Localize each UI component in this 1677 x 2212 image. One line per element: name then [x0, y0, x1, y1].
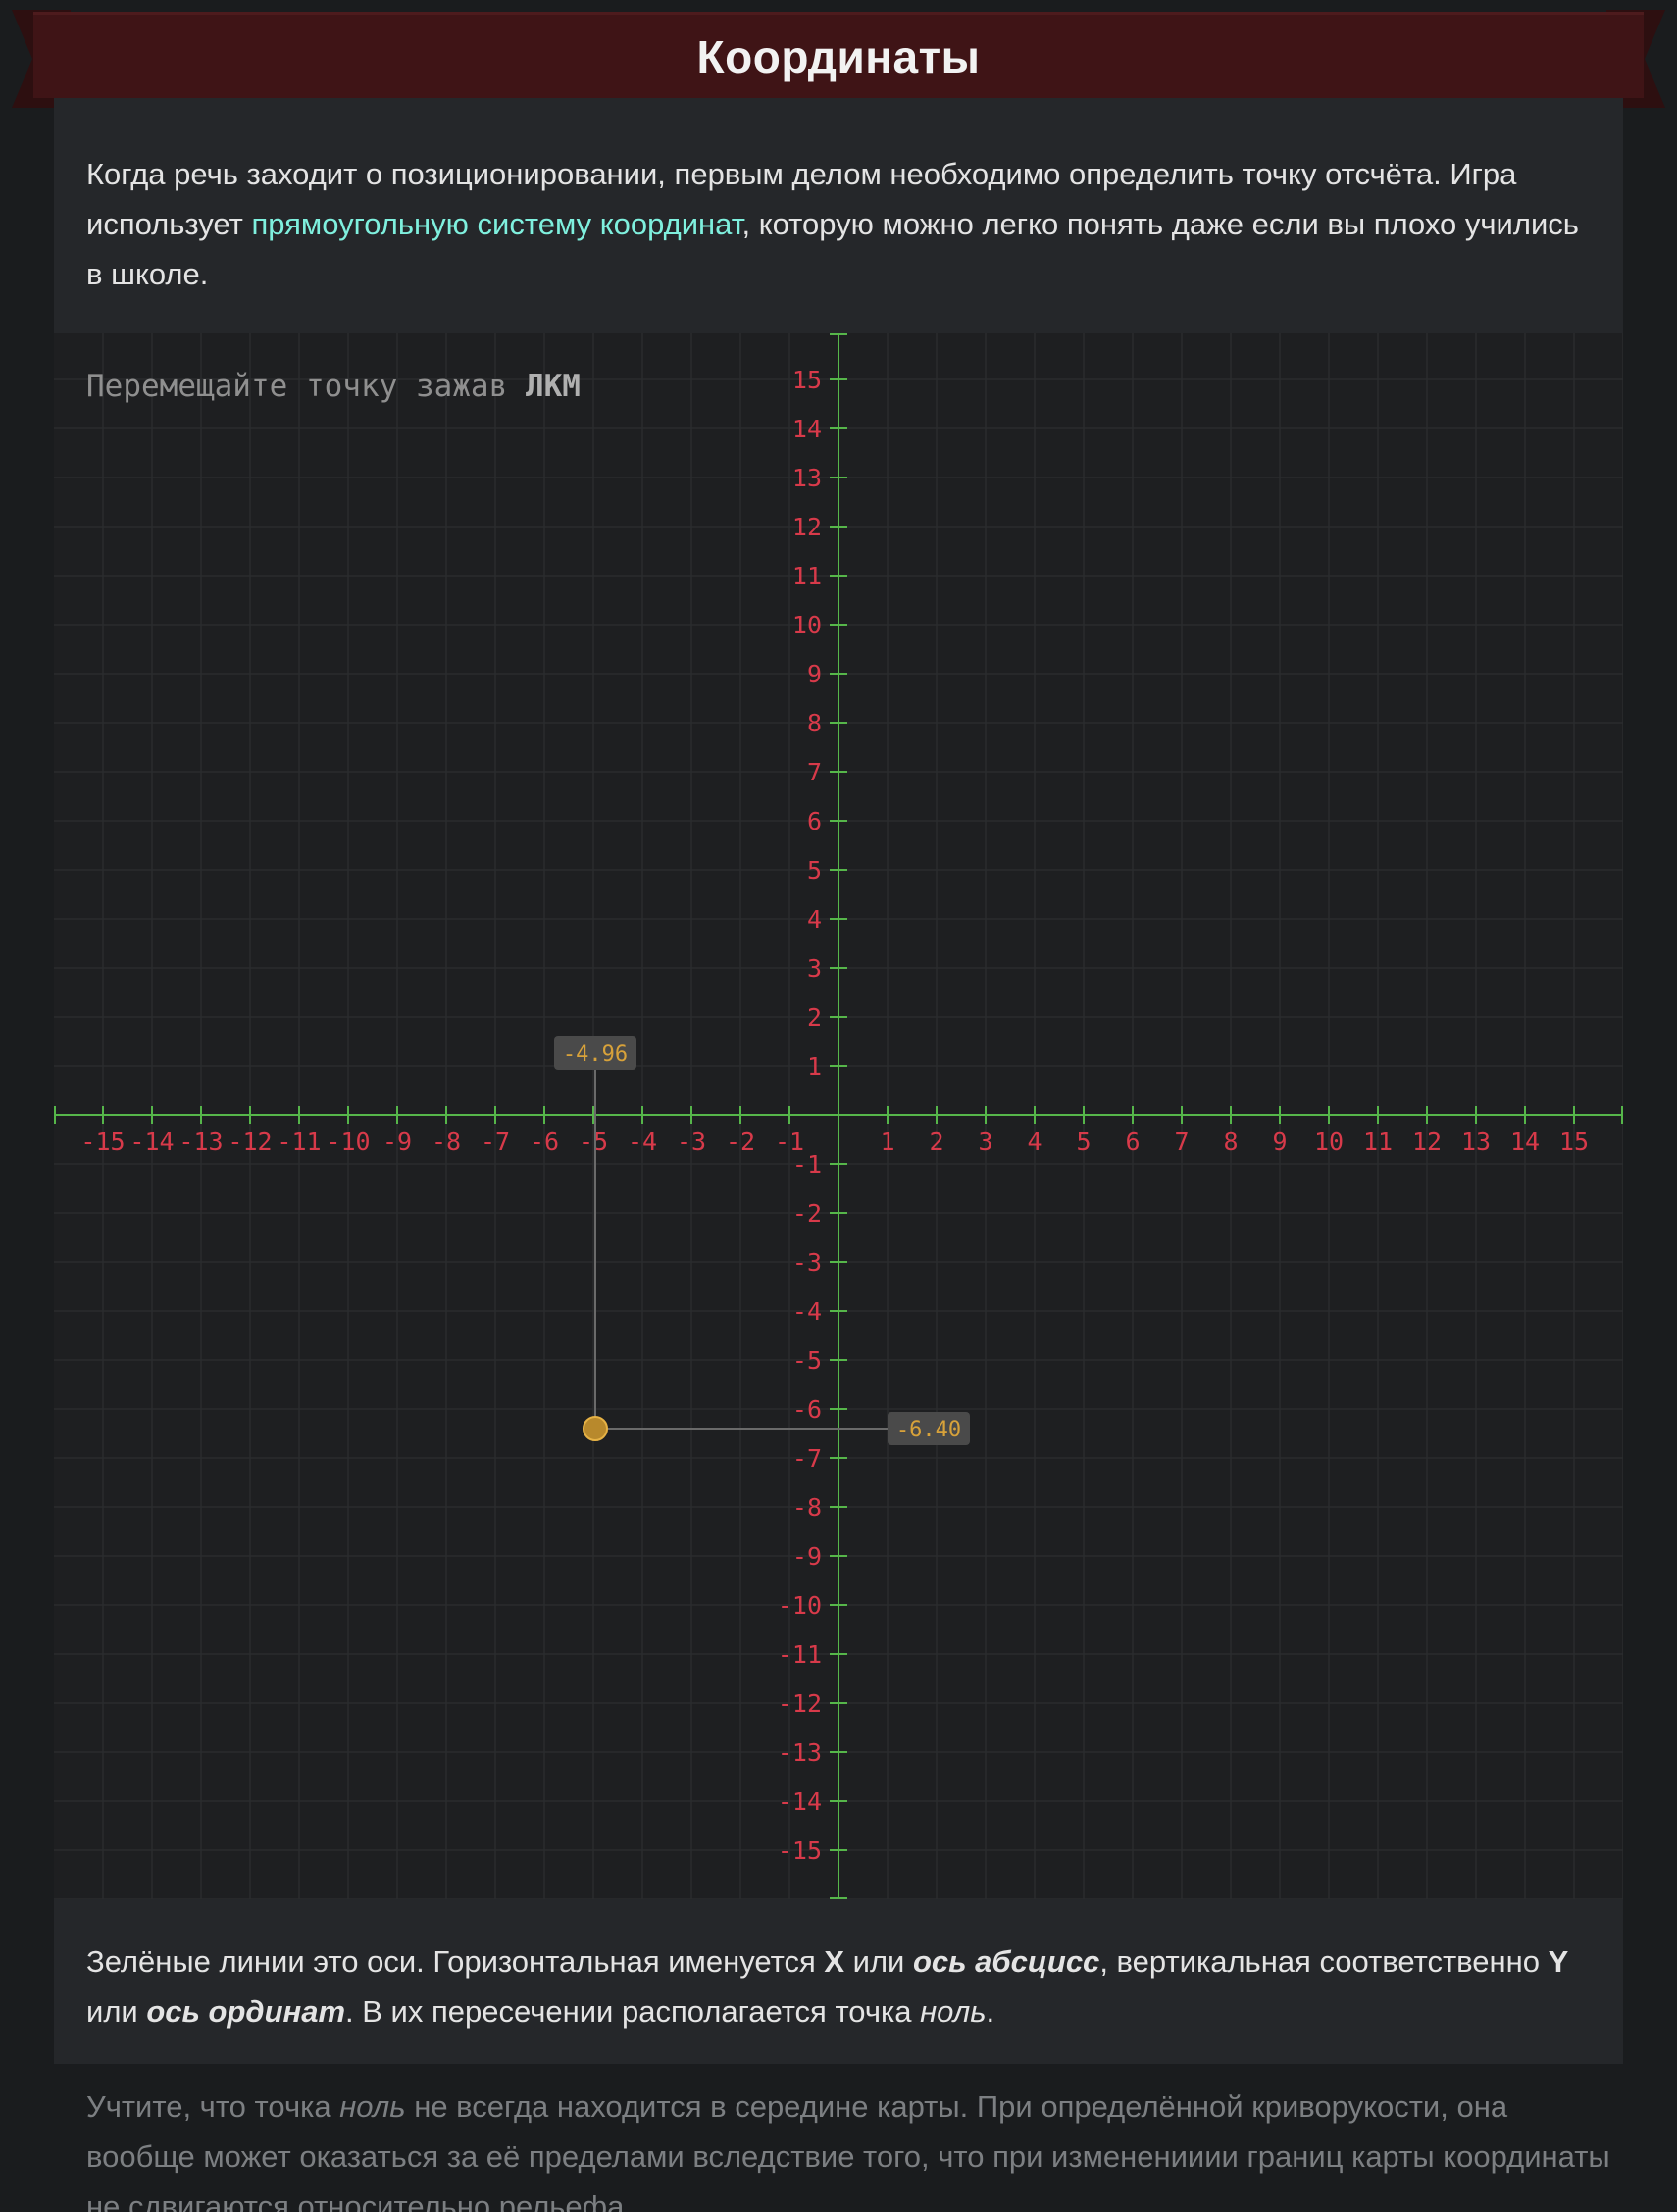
intro-card: Когда речь заходит о позиционировании, п…: [54, 98, 1623, 333]
x-tick-label: -4: [628, 1128, 657, 1156]
y-tick-label: 9: [807, 660, 822, 688]
y-tick-label: 14: [792, 415, 822, 443]
axes-text-3: , вертикальная соответственно: [1099, 1944, 1549, 1979]
page: Координаты Когда речь заходит о позицион…: [0, 0, 1677, 2212]
note-zero-term: ноль: [339, 2089, 406, 2124]
x-tick-label: 6: [1125, 1128, 1140, 1156]
intro-paragraph: Когда речь заходит о позиционировании, п…: [86, 149, 1591, 299]
x-tick-label: -13: [178, 1128, 223, 1156]
y-tick-label: -2: [792, 1199, 822, 1228]
x-tick-label: -12: [228, 1128, 272, 1156]
x-tick-label: 3: [978, 1128, 992, 1156]
y-tick-label: 8: [807, 709, 822, 737]
x-tick-label: -2: [726, 1128, 755, 1156]
x-tick-label: 15: [1559, 1128, 1589, 1156]
y-tick-label: -6: [792, 1395, 822, 1424]
y-tick-label: -1: [792, 1150, 822, 1179]
x-axis-letter: X: [824, 1944, 845, 1979]
x-tick-label: 10: [1314, 1128, 1344, 1156]
y-tick-label: -10: [778, 1591, 822, 1620]
y-tick-label: 5: [807, 856, 822, 884]
drag-hint: Перемещайте точку зажав ЛКМ: [86, 369, 581, 404]
x-tick-label: 14: [1510, 1128, 1540, 1156]
x-tick-label: 4: [1027, 1128, 1042, 1156]
y-tick-label: -8: [792, 1493, 822, 1522]
axes-text-4: или: [86, 1994, 147, 2029]
drag-hint-text: Перемещайте точку зажав: [86, 369, 526, 404]
x-tick-label: 7: [1174, 1128, 1189, 1156]
x-tick-label: 12: [1412, 1128, 1442, 1156]
y-tick-label: 2: [807, 1003, 822, 1031]
y-tick-label: -12: [778, 1689, 822, 1718]
y-tick-label: 11: [792, 562, 822, 590]
axes-text-5: . В их пересечении располагается точка: [345, 1994, 921, 2029]
y-tick-label: 3: [807, 954, 822, 982]
coordinate-plane[interactable]: Перемещайте точку зажав ЛКМ -15 -14 -13 -12…: [54, 333, 1623, 1899]
ordinate-term: ось ординат: [146, 1994, 346, 2029]
x-tick-label: 1: [880, 1128, 894, 1156]
x-tick-label: 8: [1223, 1128, 1238, 1156]
axes-explanation-paragraph: Зелёные линии это оси. Горизонтальная им…: [86, 1936, 1591, 2036]
origin-note-paragraph: Учтите, что точка ноль не всегда находит…: [86, 2082, 1616, 2212]
x-tick-label: -3: [677, 1128, 706, 1156]
x-tick-label: 11: [1363, 1128, 1393, 1156]
y-tick-label: 15: [792, 366, 822, 394]
section-title: Координаты: [696, 30, 981, 82]
y-tick-label: 4: [807, 905, 822, 933]
x-tick-label: -11: [277, 1128, 321, 1156]
y-tick-label: -11: [778, 1640, 822, 1669]
x-tick-label: -8: [432, 1128, 461, 1156]
y-tick-label: -14: [778, 1787, 822, 1816]
y-tick-label: -15: [778, 1836, 822, 1865]
y-tick-label: -4: [792, 1297, 822, 1326]
point-x-value: -4.96: [563, 1042, 628, 1067]
x-tick-label: -9: [382, 1128, 412, 1156]
x-tick-label: -15: [80, 1128, 125, 1156]
axes-text-2: или: [844, 1944, 913, 1979]
x-tick-label: 2: [929, 1128, 943, 1156]
y-tick-label: -5: [792, 1346, 822, 1375]
y-tick-label: 10: [792, 611, 822, 639]
x-tick-label: -14: [129, 1128, 174, 1156]
origin-note: Учтите, что точка ноль не всегда находит…: [86, 2064, 1616, 2212]
x-tick-label: -10: [326, 1128, 370, 1156]
axes-text-6: .: [986, 1994, 995, 2029]
y-tick-label: 7: [807, 758, 822, 786]
y-tick-label: 1: [807, 1052, 822, 1081]
coordinate-system-link[interactable]: прямоугольную систему координат: [251, 207, 741, 241]
y-tick-label: 12: [792, 513, 822, 541]
y-tick-label: -13: [778, 1738, 822, 1767]
note-text-1: Учтите, что точка: [86, 2089, 340, 2124]
section-header: Координаты: [33, 12, 1644, 98]
y-tick-label: 13: [792, 464, 822, 492]
drag-hint-key: ЛКМ: [525, 369, 581, 404]
y-tick-label: 6: [807, 807, 822, 835]
x-tick-label: 5: [1076, 1128, 1091, 1156]
x-tick-label: -5: [579, 1128, 608, 1156]
draggable-point[interactable]: [583, 1416, 608, 1441]
x-tick-label: 9: [1272, 1128, 1287, 1156]
axes-explanation-card: Зелёные линии это оси. Горизонтальная им…: [54, 1899, 1623, 2064]
point-y-value: -6.40: [896, 1418, 961, 1442]
coordinate-plane-svg[interactable]: -15 -14 -13 -12 -11 -10 -9 -8 -7 -6 -5 -4 -3 -2 -1 1 2 3 4…: [54, 333, 1623, 1899]
x-tick-label: 13: [1461, 1128, 1491, 1156]
x-tick-label: -6: [530, 1128, 559, 1156]
y-tick-label: -3: [792, 1248, 822, 1277]
y-tick-label: -7: [792, 1444, 822, 1473]
y-tick-label: -9: [792, 1542, 822, 1571]
axes-text-1: Зелёные линии это оси. Горизонтальная им…: [86, 1944, 825, 1979]
y-axis-letter: Y: [1548, 1944, 1569, 1979]
zero-term: ноль: [920, 1994, 987, 2029]
abscissa-term: ось абсцисс: [912, 1944, 1100, 1979]
x-tick-label: -7: [481, 1128, 510, 1156]
